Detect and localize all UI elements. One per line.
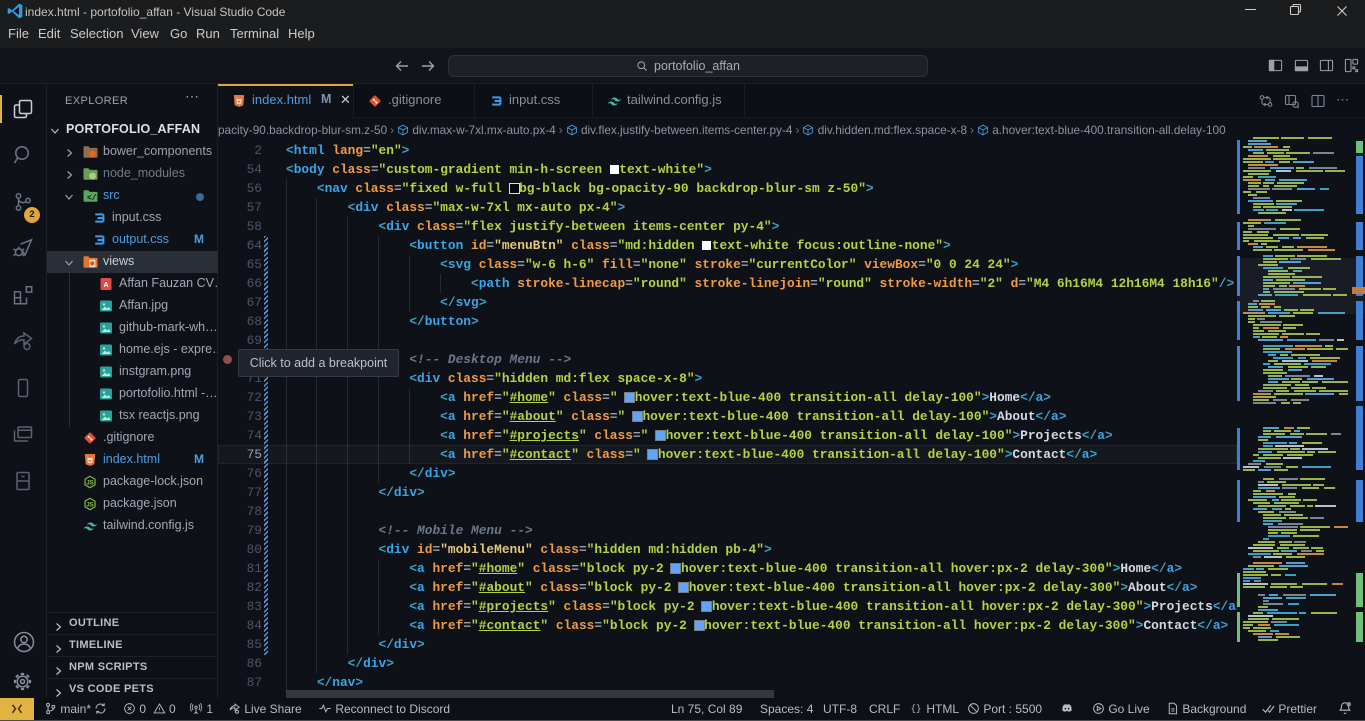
svg-text:</>: </>: [87, 194, 98, 203]
svg-text:JS: JS: [86, 481, 93, 487]
svg-text:A: A: [103, 282, 108, 289]
svg-text:{}: {}: [911, 704, 922, 714]
svg-text:JS: JS: [86, 503, 93, 509]
